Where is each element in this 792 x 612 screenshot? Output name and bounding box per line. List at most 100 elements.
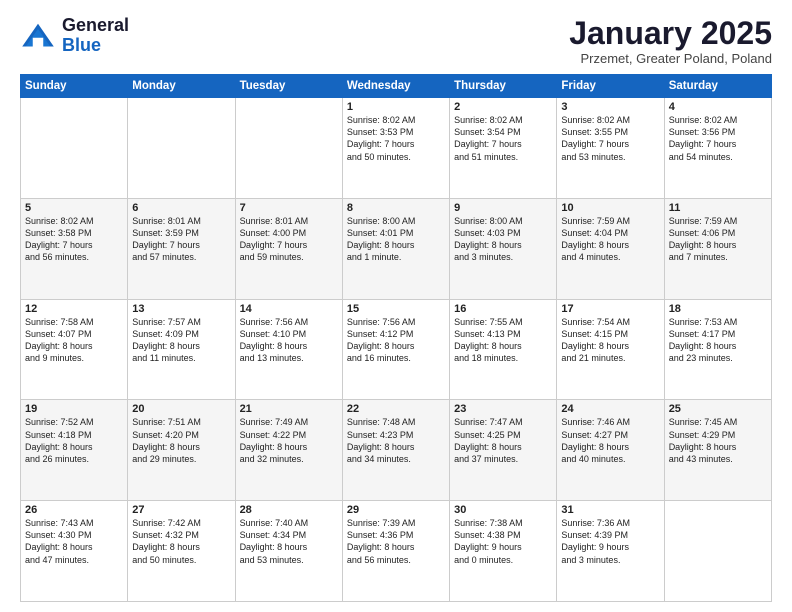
table-row: 12Sunrise: 7:58 AM Sunset: 4:07 PM Dayli…	[21, 299, 128, 400]
day-number: 19	[25, 403, 123, 415]
day-info: Sunrise: 7:53 AM Sunset: 4:17 PM Dayligh…	[669, 316, 767, 365]
table-row: 27Sunrise: 7:42 AM Sunset: 4:32 PM Dayli…	[128, 501, 235, 602]
day-info: Sunrise: 7:49 AM Sunset: 4:22 PM Dayligh…	[240, 416, 338, 465]
table-row: 14Sunrise: 7:56 AM Sunset: 4:10 PM Dayli…	[235, 299, 342, 400]
day-info: Sunrise: 7:47 AM Sunset: 4:25 PM Dayligh…	[454, 416, 552, 465]
header-row: Sunday Monday Tuesday Wednesday Thursday…	[21, 75, 772, 98]
calendar-subtitle: Przemet, Greater Poland, Poland	[569, 51, 772, 66]
calendar-week-2: 5Sunrise: 8:02 AM Sunset: 3:58 PM Daylig…	[21, 198, 772, 299]
logo-blue: Blue	[62, 35, 101, 55]
day-info: Sunrise: 7:36 AM Sunset: 4:39 PM Dayligh…	[561, 517, 659, 566]
table-row: 7Sunrise: 8:01 AM Sunset: 4:00 PM Daylig…	[235, 198, 342, 299]
title-block: January 2025 Przemet, Greater Poland, Po…	[569, 16, 772, 66]
calendar-table: Sunday Monday Tuesday Wednesday Thursday…	[20, 74, 772, 602]
table-row: 24Sunrise: 7:46 AM Sunset: 4:27 PM Dayli…	[557, 400, 664, 501]
table-row: 8Sunrise: 8:00 AM Sunset: 4:01 PM Daylig…	[342, 198, 449, 299]
day-number: 5	[25, 202, 123, 214]
day-number: 9	[454, 202, 552, 214]
logo: General Blue	[20, 16, 129, 56]
day-number: 28	[240, 504, 338, 516]
table-row: 22Sunrise: 7:48 AM Sunset: 4:23 PM Dayli…	[342, 400, 449, 501]
day-number: 25	[669, 403, 767, 415]
calendar-week-1: 1Sunrise: 8:02 AM Sunset: 3:53 PM Daylig…	[21, 98, 772, 199]
page: General Blue January 2025 Przemet, Great…	[0, 0, 792, 612]
table-row: 16Sunrise: 7:55 AM Sunset: 4:13 PM Dayli…	[450, 299, 557, 400]
col-thursday: Thursday	[450, 75, 557, 98]
day-info: Sunrise: 7:56 AM Sunset: 4:12 PM Dayligh…	[347, 316, 445, 365]
table-row: 4Sunrise: 8:02 AM Sunset: 3:56 PM Daylig…	[664, 98, 771, 199]
logo-text: General Blue	[62, 16, 129, 56]
day-number: 21	[240, 403, 338, 415]
table-row: 21Sunrise: 7:49 AM Sunset: 4:22 PM Dayli…	[235, 400, 342, 501]
calendar-week-4: 19Sunrise: 7:52 AM Sunset: 4:18 PM Dayli…	[21, 400, 772, 501]
day-number: 30	[454, 504, 552, 516]
day-info: Sunrise: 8:02 AM Sunset: 3:54 PM Dayligh…	[454, 114, 552, 163]
day-info: Sunrise: 7:58 AM Sunset: 4:07 PM Dayligh…	[25, 316, 123, 365]
day-info: Sunrise: 7:59 AM Sunset: 4:06 PM Dayligh…	[669, 215, 767, 264]
col-tuesday: Tuesday	[235, 75, 342, 98]
table-row	[664, 501, 771, 602]
day-number: 1	[347, 101, 445, 113]
day-number: 7	[240, 202, 338, 214]
logo-icon	[20, 22, 56, 50]
day-number: 3	[561, 101, 659, 113]
table-row: 20Sunrise: 7:51 AM Sunset: 4:20 PM Dayli…	[128, 400, 235, 501]
table-row	[235, 98, 342, 199]
day-number: 26	[25, 504, 123, 516]
day-info: Sunrise: 7:45 AM Sunset: 4:29 PM Dayligh…	[669, 416, 767, 465]
day-number: 23	[454, 403, 552, 415]
day-number: 27	[132, 504, 230, 516]
table-row: 31Sunrise: 7:36 AM Sunset: 4:39 PM Dayli…	[557, 501, 664, 602]
day-info: Sunrise: 7:40 AM Sunset: 4:34 PM Dayligh…	[240, 517, 338, 566]
table-row: 25Sunrise: 7:45 AM Sunset: 4:29 PM Dayli…	[664, 400, 771, 501]
day-info: Sunrise: 8:02 AM Sunset: 3:55 PM Dayligh…	[561, 114, 659, 163]
day-info: Sunrise: 8:01 AM Sunset: 4:00 PM Dayligh…	[240, 215, 338, 264]
day-info: Sunrise: 7:48 AM Sunset: 4:23 PM Dayligh…	[347, 416, 445, 465]
day-number: 8	[347, 202, 445, 214]
table-row: 15Sunrise: 7:56 AM Sunset: 4:12 PM Dayli…	[342, 299, 449, 400]
day-info: Sunrise: 8:02 AM Sunset: 3:53 PM Dayligh…	[347, 114, 445, 163]
table-row	[21, 98, 128, 199]
day-number: 18	[669, 303, 767, 315]
day-number: 29	[347, 504, 445, 516]
day-info: Sunrise: 7:46 AM Sunset: 4:27 PM Dayligh…	[561, 416, 659, 465]
day-number: 10	[561, 202, 659, 214]
day-number: 14	[240, 303, 338, 315]
day-info: Sunrise: 7:54 AM Sunset: 4:15 PM Dayligh…	[561, 316, 659, 365]
table-row: 19Sunrise: 7:52 AM Sunset: 4:18 PM Dayli…	[21, 400, 128, 501]
col-friday: Friday	[557, 75, 664, 98]
day-info: Sunrise: 8:00 AM Sunset: 4:01 PM Dayligh…	[347, 215, 445, 264]
table-row: 18Sunrise: 7:53 AM Sunset: 4:17 PM Dayli…	[664, 299, 771, 400]
table-row: 29Sunrise: 7:39 AM Sunset: 4:36 PM Dayli…	[342, 501, 449, 602]
day-number: 20	[132, 403, 230, 415]
day-number: 16	[454, 303, 552, 315]
day-info: Sunrise: 8:02 AM Sunset: 3:56 PM Dayligh…	[669, 114, 767, 163]
table-row: 9Sunrise: 8:00 AM Sunset: 4:03 PM Daylig…	[450, 198, 557, 299]
table-row: 17Sunrise: 7:54 AM Sunset: 4:15 PM Dayli…	[557, 299, 664, 400]
table-row: 11Sunrise: 7:59 AM Sunset: 4:06 PM Dayli…	[664, 198, 771, 299]
day-number: 17	[561, 303, 659, 315]
table-row: 28Sunrise: 7:40 AM Sunset: 4:34 PM Dayli…	[235, 501, 342, 602]
table-row: 2Sunrise: 8:02 AM Sunset: 3:54 PM Daylig…	[450, 98, 557, 199]
day-info: Sunrise: 7:56 AM Sunset: 4:10 PM Dayligh…	[240, 316, 338, 365]
day-info: Sunrise: 7:57 AM Sunset: 4:09 PM Dayligh…	[132, 316, 230, 365]
day-info: Sunrise: 7:39 AM Sunset: 4:36 PM Dayligh…	[347, 517, 445, 566]
day-number: 24	[561, 403, 659, 415]
day-number: 15	[347, 303, 445, 315]
day-info: Sunrise: 7:42 AM Sunset: 4:32 PM Dayligh…	[132, 517, 230, 566]
header: General Blue January 2025 Przemet, Great…	[20, 16, 772, 66]
col-saturday: Saturday	[664, 75, 771, 98]
calendar-week-5: 26Sunrise: 7:43 AM Sunset: 4:30 PM Dayli…	[21, 501, 772, 602]
day-info: Sunrise: 7:59 AM Sunset: 4:04 PM Dayligh…	[561, 215, 659, 264]
day-info: Sunrise: 8:00 AM Sunset: 4:03 PM Dayligh…	[454, 215, 552, 264]
calendar-title: January 2025	[569, 16, 772, 51]
day-info: Sunrise: 7:52 AM Sunset: 4:18 PM Dayligh…	[25, 416, 123, 465]
day-info: Sunrise: 7:43 AM Sunset: 4:30 PM Dayligh…	[25, 517, 123, 566]
col-wednesday: Wednesday	[342, 75, 449, 98]
day-number: 13	[132, 303, 230, 315]
table-row: 5Sunrise: 8:02 AM Sunset: 3:58 PM Daylig…	[21, 198, 128, 299]
day-info: Sunrise: 8:02 AM Sunset: 3:58 PM Dayligh…	[25, 215, 123, 264]
day-number: 22	[347, 403, 445, 415]
col-sunday: Sunday	[21, 75, 128, 98]
table-row: 10Sunrise: 7:59 AM Sunset: 4:04 PM Dayli…	[557, 198, 664, 299]
